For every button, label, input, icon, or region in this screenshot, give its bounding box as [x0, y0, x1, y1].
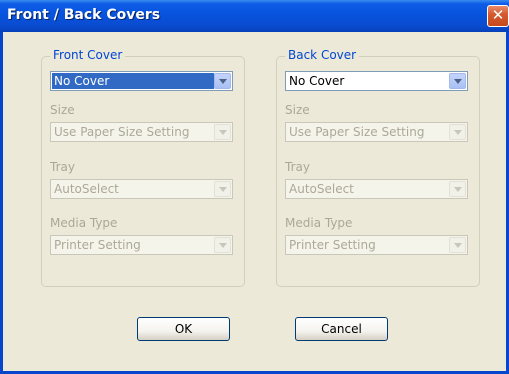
dialog-title: Front / Back Covers [7, 7, 161, 23]
front-cover-select-value: No Cover [52, 73, 214, 89]
cancel-button[interactable]: Cancel [295, 317, 388, 341]
front-cover-legend: Front Cover [50, 48, 126, 62]
back-tray-select-value: AutoSelect [289, 182, 354, 196]
back-cover-legend: Back Cover [285, 48, 360, 62]
chevron-down-icon [449, 181, 466, 197]
chevron-down-icon [449, 237, 466, 253]
front-media-type-label: Media Type [50, 216, 118, 230]
front-tray-select-value: AutoSelect [54, 182, 119, 196]
chevron-down-icon [214, 237, 231, 253]
chevron-down-icon[interactable] [449, 73, 466, 89]
back-tray-select: AutoSelect [285, 179, 468, 199]
back-size-select: Use Paper Size Setting [285, 122, 468, 142]
back-tray-label: Tray [285, 160, 310, 174]
chevron-down-icon [449, 124, 466, 140]
back-media-type-select: Printer Setting [285, 235, 468, 255]
front-cover-group: Front Cover No Cover Size Use Paper Size… [41, 48, 245, 287]
back-cover-group: Back Cover No Cover Size Use Paper Size … [276, 48, 480, 287]
front-media-type-select: Printer Setting [50, 235, 233, 255]
front-size-select-value: Use Paper Size Setting [54, 125, 190, 139]
ok-button[interactable]: OK [137, 317, 230, 341]
front-tray-label: Tray [50, 160, 75, 174]
front-size-label: Size [50, 103, 75, 117]
back-cover-select[interactable]: No Cover [285, 71, 468, 91]
chevron-down-icon [214, 181, 231, 197]
back-media-type-label: Media Type [285, 216, 353, 230]
front-tray-select: AutoSelect [50, 179, 233, 199]
front-size-select: Use Paper Size Setting [50, 122, 233, 142]
title-bar[interactable]: Front / Back Covers ✕ [0, 0, 509, 32]
back-size-select-value: Use Paper Size Setting [289, 125, 425, 139]
dialog-window: Front / Back Covers ✕ Front Cover No Cov… [0, 0, 509, 374]
back-size-label: Size [285, 103, 310, 117]
close-icon: ✕ [491, 6, 505, 24]
front-media-type-select-value: Printer Setting [54, 238, 141, 252]
front-cover-select[interactable]: No Cover [50, 71, 233, 91]
dialog-client-area: Front Cover No Cover Size Use Paper Size… [3, 32, 506, 371]
chevron-down-icon [214, 124, 231, 140]
back-cover-select-value: No Cover [289, 74, 345, 88]
close-button[interactable]: ✕ [487, 5, 509, 27]
chevron-down-icon[interactable] [214, 73, 231, 89]
back-media-type-select-value: Printer Setting [289, 238, 376, 252]
